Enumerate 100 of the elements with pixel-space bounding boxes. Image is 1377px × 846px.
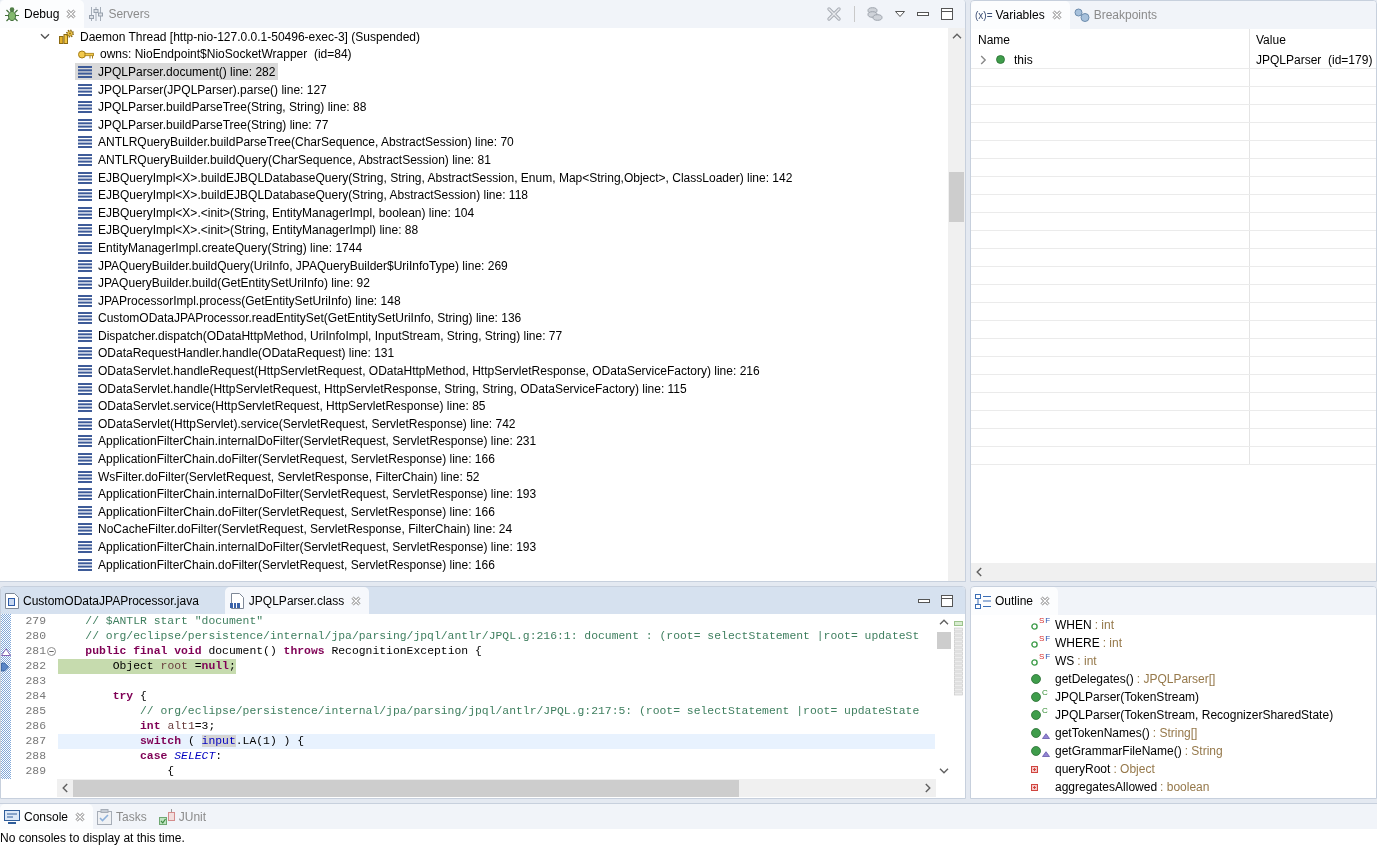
stack-frame[interactable]: EntityManagerImpl.createQuery(String) line: 1744 bbox=[75, 239, 366, 257]
stack-frame[interactable]: JPQLParser.buildParseTree(String, String) line: 88 bbox=[75, 98, 370, 116]
collapse-icon[interactable] bbox=[47, 647, 56, 656]
stack-frame[interactable]: ODataServlet.handleRequest(HttpServletRequest, ODataHttpMethod, HttpServletResponse, ODataServiceFactory) line: 216 bbox=[75, 362, 763, 380]
code-line: { bbox=[166, 764, 175, 779]
maximize-icon[interactable] bbox=[941, 8, 953, 20]
stack-frame[interactable]: ApplicationFilterChain.doFilter(ServletRequest, ServletResponse) line: 166 bbox=[75, 503, 498, 521]
stack-frame[interactable]: WsFilter.doFilter(ServletRequest, ServletResponse, FilterChain) line: 52 bbox=[75, 468, 483, 486]
maximize-icon[interactable] bbox=[941, 594, 953, 607]
stack-frame[interactable]: EJBQueryImpl<X>.buildEJBQLDatabaseQuery(String, AbstractSession) line: 118 bbox=[75, 186, 531, 204]
line-number: 282 bbox=[24, 659, 46, 674]
horizontal-scrollbar[interactable] bbox=[971, 563, 1376, 581]
stack-frame[interactable]: JPQLParser(JPQLParser).parse() line: 127 bbox=[75, 81, 330, 99]
close-icon[interactable] bbox=[351, 595, 362, 606]
minimize-icon[interactable] bbox=[918, 598, 930, 603]
scroll-left-icon[interactable] bbox=[62, 783, 68, 793]
close-icon[interactable] bbox=[1040, 596, 1051, 606]
lines-icon bbox=[78, 101, 92, 114]
disks-icon[interactable] bbox=[867, 7, 883, 21]
tab[interactable]: CustomODataJPAProcessor.java bbox=[1, 587, 225, 614]
lines-icon bbox=[78, 153, 92, 166]
outline-item[interactable]: S F WHEN : int bbox=[1031, 616, 1114, 634]
stack-frame[interactable]: ODataRequestHandler.handle(ODataRequest) line: 131 bbox=[75, 345, 398, 362]
stack-frame[interactable]: JPAQueryBuilder.buildQuery(UriInfo, JPAQueryBuilder$UriInfoType) line: 269 bbox=[75, 257, 511, 274]
stack-frame[interactable]: ODataServlet.handle(HttpServletRequest, HttpServletResponse, String, String, ODataServiceFactory) line: 115 bbox=[75, 380, 690, 398]
tree-icon bbox=[975, 593, 991, 609]
circles-icon bbox=[1073, 8, 1090, 22]
outline-item[interactable]: getDelegates() : JPQLParser[] bbox=[1031, 670, 1216, 688]
lines-icon bbox=[78, 277, 92, 290]
stack-frame[interactable]: ANTLRQueryBuilder.buildQuery(CharSequence, AbstractSession) line: 81 bbox=[75, 151, 494, 169]
cross-icon[interactable] bbox=[826, 6, 842, 22]
outline-item[interactable]: S F WS : int bbox=[1031, 652, 1097, 670]
stack-frame[interactable]: JPQLParser.buildParseTree(String) line: 77 bbox=[75, 116, 332, 134]
scroll-up-icon[interactable] bbox=[951, 33, 962, 39]
scrollbar-thumb[interactable] bbox=[73, 779, 739, 797]
stack-frame[interactable]: ApplicationFilterChain.doFilter(ServletRequest, ServletResponse) line: 166 bbox=[75, 450, 498, 468]
arrow-icon bbox=[1, 661, 9, 672]
ring-icon bbox=[1031, 641, 1038, 648]
column-header[interactable]: Name bbox=[971, 29, 1250, 51]
stack-frame[interactable]: ODataServlet(HttpServlet).service(ServletRequest, ServletResponse) line: 742 bbox=[75, 415, 519, 433]
outline-item[interactable]: queryRoot : Object bbox=[1031, 760, 1155, 778]
lines-icon bbox=[78, 329, 92, 342]
chevron-down-icon[interactable] bbox=[40, 33, 50, 41]
outline-item[interactable]: getTokenNames() : String[] bbox=[1031, 724, 1198, 742]
stack-frame[interactable]: ApplicationFilterChain.internalDoFilter(ServletRequest, ServletResponse) line: 193 bbox=[75, 485, 540, 503]
variable-name[interactable]: this bbox=[1014, 52, 1033, 67]
bug-icon bbox=[4, 6, 20, 22]
stack-frame[interactable]: EJBQueryImpl<X>.buildEJBQLDatabaseQuery(String, String, AbstractSession, Enum, Map<String,Object>, ClassLoader) line: 142 bbox=[75, 169, 796, 187]
stack-frame[interactable]: Dispatcher.dispatch(ODataHttpMethod, UriInfoImpl, InputStream, String, String) line: 77 bbox=[75, 327, 566, 345]
tab[interactable]: Debug bbox=[0, 0, 85, 28]
scroll-right-icon[interactable] bbox=[925, 783, 931, 793]
stack-frame[interactable]: ANTLRQueryBuilder.buildParseTree(CharSequence, AbstractSession) line: 70 bbox=[75, 133, 517, 151]
tab[interactable]: JPQLParser.class bbox=[224, 587, 370, 614]
close-icon[interactable] bbox=[66, 9, 77, 19]
stack-frame[interactable]: ODataServlet.service(HttpServletRequest, HttpServletResponse) line: 85 bbox=[75, 397, 489, 415]
outline-item[interactable]: C JPQLParser(TokenStream, RecognizerSharedState) bbox=[1031, 706, 1334, 724]
document-icon bbox=[228, 592, 245, 609]
thread-item[interactable]: Daemon Thread [http-nio-127.0.0.1-50496-exec-3] (Suspended) bbox=[58, 28, 420, 46]
stack-frame[interactable]: JPAQueryBuilder.build(GetEntitySetUriInfo) line: 92 bbox=[75, 274, 373, 292]
lines-icon bbox=[78, 435, 92, 448]
scroll-left-icon[interactable] bbox=[976, 567, 982, 577]
minimize-icon[interactable] bbox=[917, 12, 929, 16]
chevron-right-icon[interactable] bbox=[980, 54, 987, 65]
close-icon[interactable] bbox=[1051, 10, 1062, 20]
modifier-label: C bbox=[1042, 707, 1048, 715]
stack-frame[interactable]: ApplicationFilterChain.internalDoFilter(ServletRequest, ServletResponse) line: 231 bbox=[75, 432, 540, 450]
outline-item[interactable]: aggregatesAllowed : boolean bbox=[1031, 778, 1210, 796]
horizontal-scrollbar[interactable] bbox=[57, 779, 936, 797]
stack-frame[interactable]: CustomODataJPAProcessor.readEntitySet(GetEntitySetUriInfo, String) line: 136 bbox=[75, 309, 525, 327]
lines-icon bbox=[78, 488, 92, 501]
outline-item[interactable]: C JPQLParser(TokenStream) bbox=[1031, 688, 1200, 706]
tab[interactable]: Outline bbox=[971, 587, 1059, 615]
modifier-label: S bbox=[1039, 617, 1045, 625]
lines-icon bbox=[78, 347, 92, 360]
stack-frame[interactable]: ApplicationFilterChain.internalDoFilter(ServletRequest, ServletResponse) line: 193 bbox=[75, 538, 540, 556]
stack-frame[interactable]: JPQLParser.document() line: 282 bbox=[75, 63, 279, 81]
stack-frame[interactable]: ApplicationFilterChain.doFilter(ServletRequest, ServletResponse) line: 166 bbox=[75, 556, 498, 574]
outline-item[interactable]: S F WHERE : int bbox=[1031, 634, 1122, 652]
tab[interactable]: (x)= Variables bbox=[971, 1, 1070, 29]
view-menu-icon[interactable] bbox=[895, 11, 905, 17]
ring-icon bbox=[1031, 623, 1038, 630]
lines-icon bbox=[78, 224, 92, 237]
outline-item[interactable]: getGrammarFileName() : String bbox=[1031, 742, 1223, 760]
tab[interactable]: Console bbox=[0, 804, 94, 829]
stack-frame[interactable]: EJBQueryImpl<X>.<init>(String, EntityManagerImpl) line: 88 bbox=[75, 221, 422, 239]
scroll-up-icon[interactable] bbox=[938, 619, 949, 625]
stack-frame[interactable]: EJBQueryImpl<X>.<init>(String, EntityManagerImpl, boolean) line: 104 bbox=[75, 204, 478, 222]
scroll-down-icon[interactable] bbox=[938, 768, 949, 774]
scrollbar-thumb[interactable] bbox=[949, 172, 964, 222]
column-header[interactable]: Value bbox=[1250, 29, 1376, 51]
close-icon[interactable] bbox=[75, 811, 86, 822]
line-number: 285 bbox=[24, 704, 46, 719]
stack-frame[interactable]: NoCacheFilter.doFilter(ServletRequest, ServletResponse, FilterChain) line: 24 bbox=[75, 520, 516, 538]
console-message: No consoles to display at this time. bbox=[0, 830, 186, 845]
scrollbar-thumb[interactable] bbox=[936, 632, 951, 649]
stack-frame[interactable]: JPAProcessorImpl.process(GetEntitySetUriInfo) line: 148 bbox=[75, 292, 404, 310]
monitor-item[interactable]: owns: NioEndpoint$NioSocketWrapper (id=84) bbox=[75, 45, 355, 63]
variable-value: JPQLParser (id=179) bbox=[1256, 52, 1373, 67]
vertical-scrollbar[interactable] bbox=[948, 28, 965, 581]
modifier-label: S bbox=[1039, 653, 1045, 661]
